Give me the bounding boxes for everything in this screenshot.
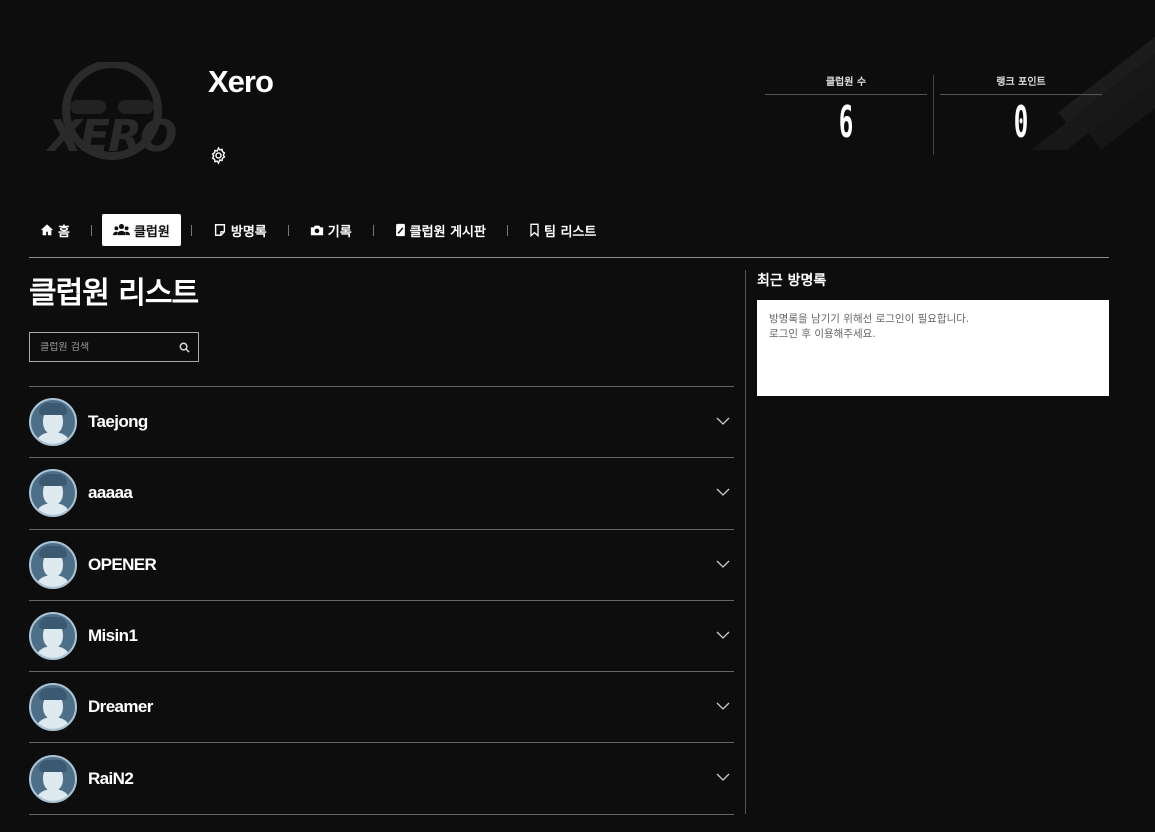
stats-divider (933, 75, 934, 155)
chevron-down-icon[interactable] (716, 416, 730, 426)
member-name: Misin1 (88, 626, 138, 646)
search-icon[interactable] (179, 342, 190, 353)
tab-home-label: 홈 (58, 224, 70, 240)
nav-separator (190, 225, 192, 236)
tab-records[interactable]: 기록 (299, 214, 363, 246)
avatar (29, 754, 77, 803)
camera-icon (310, 225, 323, 236)
tab-team-list-label: 팀 리스트 (543, 224, 597, 240)
tab-records-label: 기록 (327, 224, 352, 240)
club-name: Xero (208, 64, 274, 99)
search-input[interactable] (40, 341, 179, 353)
edit-icon (395, 223, 405, 237)
member-name: aaaaa (88, 483, 133, 503)
tab-members-label: 클럽원 (133, 224, 170, 240)
avatar (29, 612, 77, 661)
member-name: OPENER (88, 554, 157, 574)
member-count-label: 클럽원 수 (765, 75, 927, 95)
logo-text: XERO (48, 111, 177, 162)
rank-points-value: 0 (1013, 97, 1029, 148)
users-icon (112, 224, 130, 236)
member-row[interactable]: OPENER (29, 530, 734, 601)
chevron-down-icon[interactable] (716, 559, 730, 569)
tab-team-list[interactable]: 팀 리스트 (518, 214, 607, 246)
member-row[interactable]: Misin1 (29, 601, 734, 673)
rank-points-stat: 랭크 포인트 0 (940, 75, 1102, 151)
guestbook-login-hint: 로그인 후 이용해주세요. (769, 328, 876, 340)
member-list: Taejong aaaaa OPENER Misin1 Dreamer RaiN… (29, 386, 734, 815)
column-divider (745, 270, 746, 814)
settings-icon[interactable] (209, 146, 228, 165)
bookmark-icon (530, 223, 539, 237)
guestbook-panel: 방명록을 남기기 위해선 로그인이 필요합니다. 로그인 후 이용해주세요. (757, 300, 1109, 396)
tab-member-board[interactable]: 클럽원 게시판 (384, 214, 497, 246)
nav-separator (506, 225, 508, 236)
club-logo: XERO (48, 60, 182, 166)
note-icon (214, 224, 225, 236)
nav-separator (372, 225, 374, 236)
rank-points-label: 랭크 포인트 (940, 75, 1102, 95)
tab-home[interactable]: 홈 (29, 214, 81, 246)
member-row[interactable]: Taejong (29, 387, 734, 459)
guestbook-title: 최근 방명록 (757, 273, 827, 289)
member-row[interactable]: Dreamer (29, 672, 734, 744)
page-title: 클럽원 리스트 (29, 276, 199, 311)
guestbook-login-message: 방명록을 남기기 위해선 로그인이 필요합니다. (769, 313, 970, 325)
avatar (29, 398, 77, 447)
home-icon (40, 224, 54, 236)
member-name: Taejong (88, 412, 148, 432)
member-search (29, 332, 199, 362)
nav-separator (90, 225, 92, 236)
chevron-down-icon[interactable] (716, 772, 730, 782)
member-row[interactable]: aaaaa (29, 458, 734, 530)
chevron-down-icon[interactable] (716, 701, 730, 711)
member-count-value: 6 (838, 97, 854, 148)
tab-guestbook-label: 방명록 (230, 224, 267, 240)
chevron-down-icon[interactable] (716, 487, 730, 497)
club-stats: 클럽원 수 6 랭크 포인트 0 (765, 75, 1102, 157)
tab-guestbook[interactable]: 방명록 (202, 214, 278, 246)
member-row[interactable]: RaiN2 (29, 743, 734, 815)
tab-member-board-label: 클럽원 게시판 (409, 224, 486, 240)
avatar (29, 469, 77, 518)
chevron-down-icon[interactable] (716, 630, 730, 640)
member-count-stat: 클럽원 수 6 (765, 75, 927, 151)
member-name: Dreamer (88, 697, 153, 717)
avatar (29, 540, 77, 589)
member-name: RaiN2 (88, 768, 134, 788)
nav-separator (287, 225, 289, 236)
club-nav: 홈 클럽원 방명록 기록 클럽원 게시판 팀 리스트 (29, 214, 1109, 258)
avatar (29, 683, 77, 732)
tab-members[interactable]: 클럽원 (101, 214, 181, 246)
